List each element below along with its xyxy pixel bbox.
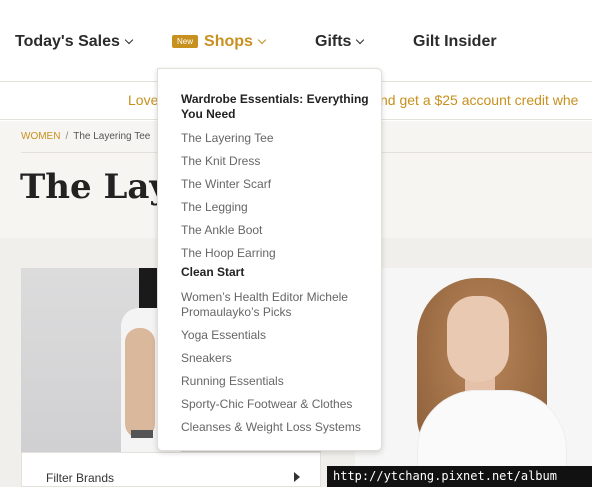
model-arm <box>125 328 155 438</box>
new-badge: New <box>172 35 199 48</box>
breadcrumb-women[interactable]: WOMEN <box>21 131 60 142</box>
chevron-down-icon <box>257 35 267 45</box>
dropdown-link[interactable]: The Ankle Boot <box>181 223 262 238</box>
product-photo-right[interactable] <box>355 268 592 487</box>
dropdown-link[interactable]: Running Essentials <box>181 374 284 389</box>
dropdown-link[interactable]: Women’s Health Editor Michele Promaulayk… <box>181 290 371 320</box>
arrow-right-icon <box>294 472 300 482</box>
model-watch <box>131 430 153 438</box>
dropdown-heading-clean-start[interactable]: Clean Start <box>181 265 244 280</box>
watermark: http://ytchang.pixnet.net/album <box>327 466 592 487</box>
nav-gifts[interactable]: Gifts <box>315 33 365 51</box>
breadcrumb: WOMEN / The Layering Tee <box>21 131 150 142</box>
breadcrumb-current: The Layering Tee <box>73 131 151 142</box>
dropdown-link[interactable]: Cleanses & Weight Loss Systems <box>181 420 361 435</box>
nav-todays-sales-label: Today's Sales <box>15 33 120 50</box>
nav-shops-label: Shops <box>204 33 253 50</box>
nav-shops[interactable]: New Shops <box>172 33 267 51</box>
dropdown-link[interactable]: The Hoop Earring <box>181 246 276 261</box>
shops-dropdown-menu: Wardrobe Essentials: Everything You Need… <box>157 68 382 451</box>
filter-brands-label: Filter Brands <box>46 471 115 485</box>
dropdown-link[interactable]: The Knit Dress <box>181 154 260 169</box>
promo-text-left[interactable]: Love <box>128 92 158 108</box>
model-face <box>447 296 509 382</box>
nav-gifts-label: Gifts <box>315 33 352 50</box>
chevron-down-icon <box>356 35 365 45</box>
dropdown-link[interactable]: Yoga Essentials <box>181 328 266 343</box>
nav-todays-sales[interactable]: Today's Sales <box>15 33 134 51</box>
dropdown-link[interactable]: Sporty-Chic Footwear & Clothes <box>181 397 352 412</box>
dropdown-link[interactable]: The Legging <box>181 200 248 215</box>
dropdown-link[interactable]: Sneakers <box>181 351 232 366</box>
dropdown-link[interactable]: The Winter Scarf <box>181 177 271 192</box>
nav-gilt-insider-label: Gilt Insider <box>413 33 497 50</box>
nav-gilt-insider[interactable]: Gilt Insider <box>413 33 497 51</box>
chevron-down-icon <box>124 35 134 45</box>
breadcrumb-separator: / <box>65 131 69 142</box>
dropdown-heading-wardrobe[interactable]: Wardrobe Essentials: Everything You Need <box>181 92 376 122</box>
promo-text-right[interactable]: nd get a $25 account credit whe <box>380 92 578 108</box>
dropdown-link[interactable]: The Layering Tee <box>181 131 274 146</box>
filter-brands-bar[interactable]: Filter Brands <box>21 452 321 487</box>
